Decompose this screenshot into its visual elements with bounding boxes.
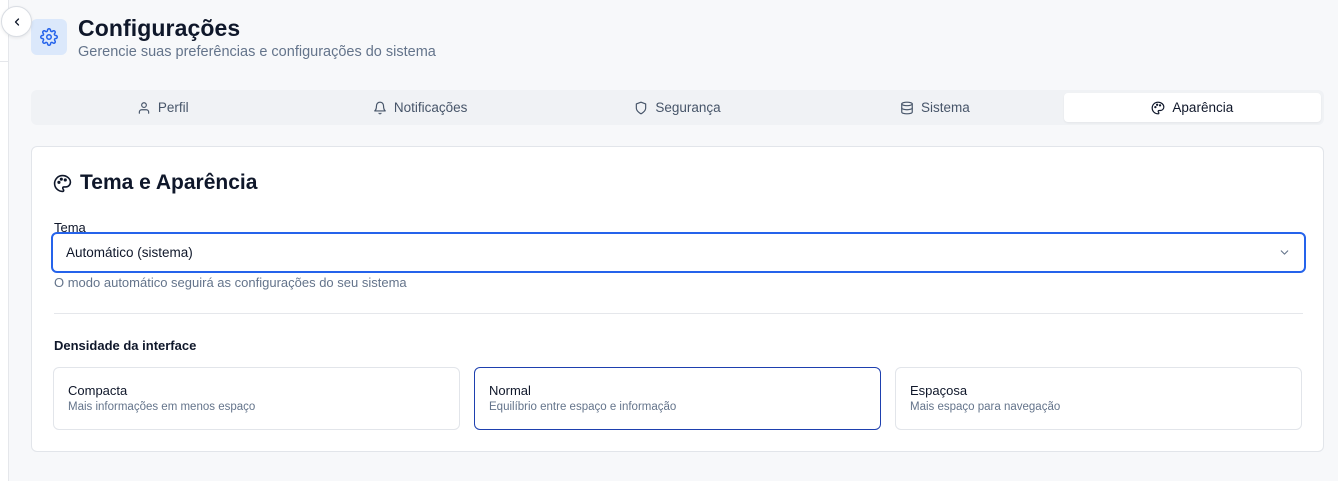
tab-label: Segurança	[655, 100, 721, 115]
palette-icon	[1152, 101, 1165, 114]
tab-label: Sistema	[921, 100, 970, 115]
tab-sistema[interactable]: Sistema	[806, 93, 1063, 122]
tab-label: Notificações	[393, 100, 468, 115]
page-subtitle: Gerencie suas preferências e configuraçõ…	[78, 44, 436, 60]
divider	[54, 313, 1303, 314]
density-option-compacta[interactable]: Compacta Mais informações em menos espaç…	[53, 367, 460, 430]
tab-perfil[interactable]: Perfil	[34, 93, 291, 122]
bell-icon	[373, 101, 386, 114]
density-option-normal[interactable]: Normal Equilíbrio entre espaço e informa…	[474, 367, 881, 430]
theme-select-value: Automático (sistema)	[66, 245, 193, 260]
density-option-espacosa[interactable]: Espaçosa Mais espaço para navegação	[895, 367, 1302, 430]
option-description: Mais espaço para navegação	[910, 401, 1061, 413]
tab-aparencia[interactable]: Aparência	[1063, 93, 1322, 122]
appearance-card: Tema e Aparência Tema Automático (sistem…	[31, 146, 1324, 452]
option-description: Equilíbrio entre espaço e informação	[489, 401, 677, 413]
database-icon	[901, 101, 913, 114]
density-options: Compacta Mais informações em menos espaç…	[53, 367, 1302, 430]
shield-icon	[636, 101, 647, 114]
sidebar-rail	[0, 0, 9, 481]
page-header: Configurações Gerencie suas preferências…	[31, 14, 436, 61]
collapse-sidebar-button[interactable]	[1, 6, 32, 37]
gear-icon	[40, 28, 58, 46]
tab-seguranca[interactable]: Segurança	[549, 93, 806, 122]
tab-label: Perfil	[157, 100, 189, 115]
option-title: Compacta	[68, 383, 128, 398]
theme-select[interactable]: Automático (sistema)	[51, 232, 1306, 273]
chevron-left-icon	[14, 17, 19, 26]
user-icon	[138, 101, 150, 114]
option-title: Normal	[489, 383, 531, 398]
option-title: Espaçosa	[910, 383, 968, 398]
theme-helper-text: O modo automático seguirá as configuraçõ…	[54, 275, 407, 290]
settings-icon-badge	[31, 19, 67, 55]
palette-icon	[53, 174, 72, 192]
chevron-down-icon	[1280, 250, 1289, 255]
option-description: Mais informações em menos espaço	[68, 401, 256, 413]
rail-divider	[0, 61, 9, 62]
card-title-text: Tema e Aparência	[80, 171, 258, 194]
density-label: Densidade da interface	[54, 338, 197, 353]
card-title: Tema e Aparência	[53, 171, 257, 195]
settings-tabs: Perfil Notificações Segurança Sistema Ap…	[31, 90, 1324, 125]
page-title: Configurações	[78, 15, 241, 41]
tab-notificacoes[interactable]: Notificações	[291, 93, 548, 122]
tab-label: Aparência	[1172, 100, 1234, 115]
